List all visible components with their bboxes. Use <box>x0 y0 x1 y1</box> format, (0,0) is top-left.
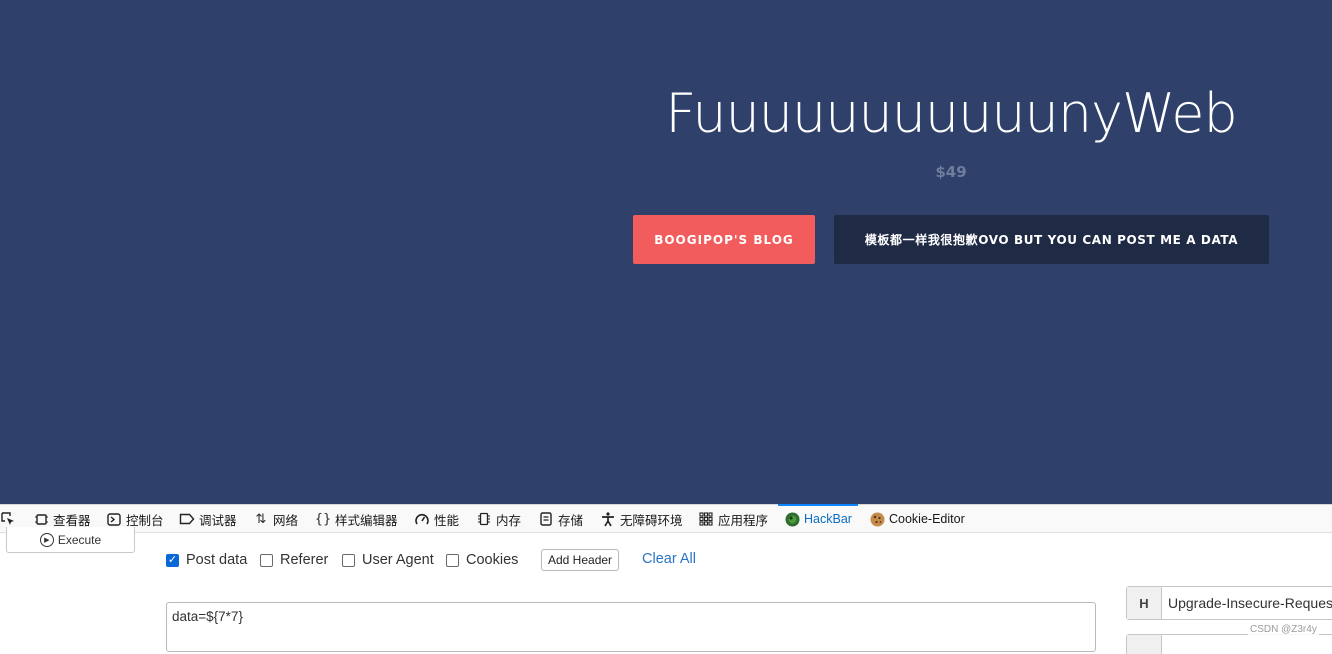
header-row: H Upgrade-Insecure-Reques <box>1126 586 1332 620</box>
network-icon: ⇅ <box>255 511 267 527</box>
tab-debugger[interactable]: 调试器 <box>179 505 237 533</box>
tab-label: 样式编辑器 <box>335 513 398 528</box>
tab-label: 调试器 <box>199 513 237 528</box>
tab-label: Cookie-Editor <box>889 512 965 526</box>
play-icon: ▶ <box>39 532 54 547</box>
devtools-toolbar: 查看器 控制台 调试器 ⇅ 网络 {} 样式编辑器 性能 内存 存储 无障碍环境… <box>0 504 1332 533</box>
tab-memory[interactable]: 内存 <box>476 505 521 533</box>
blog-button[interactable]: BOOGIPOP'S BLOG <box>633 215 815 264</box>
application-icon <box>698 512 714 526</box>
tab-label: 性能 <box>434 513 460 528</box>
memory-icon <box>476 512 492 526</box>
tab-label: 无障碍环境 <box>620 513 683 528</box>
post-data-button[interactable]: 模板都一样我很抱歉OVO BUT YOU CAN POST ME A DATA <box>834 215 1269 264</box>
checkbox-icon <box>446 553 459 567</box>
header-value-field[interactable]: Upgrade-Insecure-Reques <box>1162 587 1332 619</box>
execute-label: Execute <box>57 532 102 547</box>
tab-storage[interactable]: 存储 <box>538 505 583 533</box>
cookies-checkbox[interactable]: Cookies <box>446 551 518 569</box>
debugger-icon <box>179 513 195 525</box>
option-label: Cookies <box>466 552 519 568</box>
tab-label: 内存 <box>496 513 522 528</box>
picker-icon <box>0 512 16 526</box>
tab-hackbar[interactable]: HackBar <box>778 504 858 533</box>
price-label: $49 <box>935 163 967 181</box>
page-title: FuuuuuuuuuuunyWeb <box>665 82 1238 145</box>
referer-checkbox[interactable]: Referer <box>260 551 328 569</box>
option-label: User Agent <box>362 552 434 568</box>
tab-accessibility[interactable]: 无障碍环境 <box>600 505 683 533</box>
tab-cookie-editor[interactable]: Cookie-Editor <box>869 505 965 533</box>
post-data-checkbox[interactable]: ✓ Post data <box>166 551 247 569</box>
option-label: Referer <box>280 552 329 568</box>
tab-network[interactable]: ⇅ 网络 <box>253 505 298 533</box>
hackbar-icon <box>784 512 800 527</box>
performance-icon <box>414 513 430 526</box>
tab-label: 查看器 <box>53 513 91 528</box>
user-agent-checkbox[interactable]: User Agent <box>342 551 434 569</box>
checkbox-icon <box>342 553 355 567</box>
tab-label: 存储 <box>558 513 584 528</box>
watermark: CSDN @Z3r4y <box>1248 624 1319 635</box>
header-type-label: H <box>1127 587 1162 619</box>
checkbox-checked-icon: ✓ <box>166 553 179 567</box>
cookie-icon <box>869 512 885 527</box>
tab-label: 网络 <box>273 513 299 528</box>
accessibility-icon <box>600 511 616 527</box>
tab-application[interactable]: 应用程序 <box>698 505 768 533</box>
header-row-empty <box>1126 634 1332 654</box>
style-editor-icon: {} <box>314 511 332 527</box>
tab-performance[interactable]: 性能 <box>414 505 459 533</box>
hero-section: FuuuuuuuuuuunyWeb $49 BOOGIPOP'S BLOG 模板… <box>0 0 1332 504</box>
clear-all-link[interactable]: Clear All <box>642 551 696 567</box>
add-header-button[interactable]: Add Header <box>541 549 620 571</box>
execute-button[interactable]: ▶ Execute <box>6 527 135 553</box>
storage-icon <box>538 512 554 526</box>
tab-label: 应用程序 <box>718 513 769 528</box>
checkbox-icon <box>260 553 273 567</box>
console-icon <box>106 512 122 526</box>
tab-label: HackBar <box>804 512 852 526</box>
option-label: Post data <box>186 552 248 568</box>
tab-style-editor[interactable]: {} 样式编辑器 <box>315 505 398 533</box>
tab-label: 控制台 <box>126 513 164 528</box>
inspector-icon <box>33 513 49 526</box>
